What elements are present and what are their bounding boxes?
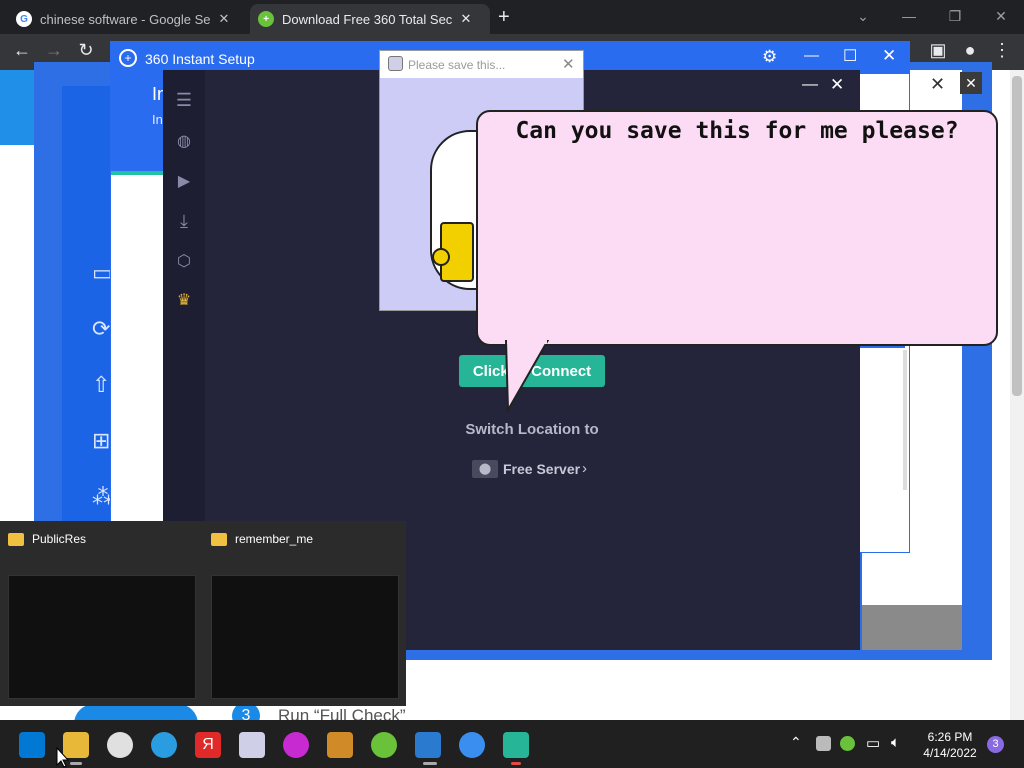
maximize-icon[interactable]: ☐ xyxy=(843,46,857,66)
thumbnail-preview xyxy=(8,575,196,699)
clock-date[interactable]: 4/14/2022 xyxy=(918,746,982,760)
tab-title: Download Free 360 Total Security xyxy=(282,11,452,27)
menu-icon[interactable]: ☰ xyxy=(163,90,205,111)
360-total-security-icon[interactable] xyxy=(371,732,397,758)
settings-gear-icon[interactable]: ⚙ xyxy=(762,47,777,67)
tray-app-icon[interactable] xyxy=(816,736,831,751)
opera-gx-icon[interactable] xyxy=(283,732,309,758)
close-icon[interactable]: ✕ xyxy=(830,75,844,95)
save-popup-titlebar: Please save this... xyxy=(380,51,583,78)
bonzi-icon[interactable] xyxy=(239,732,265,758)
network-icon[interactable]: ▭ xyxy=(866,734,880,752)
running-indicator xyxy=(423,762,437,765)
close-icon[interactable]: ✕ xyxy=(960,72,982,94)
mouse-cursor-icon xyxy=(56,747,70,768)
chevron-down-icon[interactable]: ⌄ xyxy=(848,8,878,25)
360-icon: + xyxy=(258,11,274,27)
rocket-icon[interactable]: ⇧ xyxy=(92,372,110,398)
google-icon: G xyxy=(16,11,32,27)
vpn-icon[interactable] xyxy=(503,732,529,758)
tab-title: chinese software - Google Search xyxy=(40,11,210,27)
reload-icon[interactable]: ↻ xyxy=(74,40,98,61)
setup-progress-bar xyxy=(111,171,163,175)
close-icon[interactable]: ✕ xyxy=(986,8,1016,25)
winrar-icon[interactable] xyxy=(327,732,353,758)
crown-icon[interactable]: ♛ xyxy=(163,290,205,310)
restore-icon[interactable]: ❐ xyxy=(940,8,970,25)
free-server-link[interactable]: Free Server xyxy=(503,461,580,477)
360-tray-icon[interactable] xyxy=(840,736,855,751)
menu-icon[interactable]: ⋮ xyxy=(990,40,1014,61)
speech-bubble-text: Can you save this for me please? xyxy=(515,118,959,144)
yandex-icon[interactable]: Я xyxy=(195,732,221,758)
download-icon[interactable]: ⤓ xyxy=(163,211,205,232)
minimize-icon[interactable]: — xyxy=(894,8,924,24)
volume-icon[interactable]: 🔈︎ xyxy=(891,734,900,751)
location-pin-icon: ⬤ xyxy=(472,460,498,478)
shield-icon[interactable]: ⬡ xyxy=(163,251,205,271)
speech-bubble-tail xyxy=(504,340,550,414)
notification-badge[interactable]: 3 xyxy=(987,736,1004,753)
security-app-footer xyxy=(862,605,962,650)
close-icon[interactable]: ✕ xyxy=(882,46,896,66)
minimize-icon[interactable]: — xyxy=(804,47,819,64)
folder-icon xyxy=(211,533,227,546)
chevron-right-icon[interactable]: › xyxy=(582,460,587,477)
running-indicator xyxy=(511,762,521,765)
browser-icon[interactable] xyxy=(459,732,485,758)
minimize-icon[interactable]: — xyxy=(802,76,818,94)
profile-icon[interactable]: ● xyxy=(958,40,982,61)
thumbnail-title: PublicRes xyxy=(32,532,87,546)
chevron-up-icon[interactable]: ⌃ xyxy=(790,734,802,751)
chrome-icon[interactable] xyxy=(107,732,133,758)
close-icon[interactable]: ✕ xyxy=(458,11,474,27)
video-icon[interactable]: ▶ xyxy=(163,171,205,191)
speed-icon[interactable]: ⟳ xyxy=(92,316,110,342)
globe-icon[interactable]: ◍ xyxy=(163,131,205,151)
close-icon[interactable]: ✕ xyxy=(562,55,575,73)
save-popup-title: Please save this... xyxy=(408,57,506,72)
bonzi-icon xyxy=(388,56,403,71)
setup-subheading: In xyxy=(152,112,163,127)
thumbnail-title: remember_me xyxy=(235,532,314,546)
close-icon[interactable]: ✕ xyxy=(930,74,945,95)
forward-icon[interactable]: → xyxy=(42,40,66,61)
setup-window-title: 360 Instant Setup xyxy=(145,51,255,67)
clock-time[interactable]: 6:26 PM xyxy=(922,730,978,744)
tab-360-download[interactable]: + Download Free 360 Total Security ✕ xyxy=(250,4,490,34)
switch-location-label: Switch Location to xyxy=(465,421,599,438)
360-logo-icon: + xyxy=(119,49,137,67)
setup-scrollbar[interactable] xyxy=(903,350,907,490)
thumbnail-remember-me[interactable]: remember_me xyxy=(203,521,406,706)
tab-google-search[interactable]: G chinese software - Google Search ✕ xyxy=(8,4,248,34)
speech-bubble xyxy=(476,110,998,346)
toolbox-icon[interactable]: ⊞ xyxy=(92,428,110,454)
start-icon[interactable] xyxy=(19,732,45,758)
new-tab-button[interactable]: + xyxy=(498,6,510,29)
thumbnail-publicres[interactable]: PublicRes xyxy=(0,521,203,706)
close-icon[interactable]: ✕ xyxy=(216,11,232,27)
running-indicator xyxy=(70,762,82,765)
installer-icon[interactable] xyxy=(415,732,441,758)
cartoon-hand xyxy=(432,248,450,266)
page-scrollbar[interactable] xyxy=(1010,70,1024,720)
thumbnail-preview xyxy=(211,575,399,699)
back-icon[interactable]: ← xyxy=(10,40,34,61)
folder-icon xyxy=(8,533,24,546)
sidebar-icon[interactable]: ▣ xyxy=(926,40,950,61)
edge-icon[interactable] xyxy=(151,732,177,758)
